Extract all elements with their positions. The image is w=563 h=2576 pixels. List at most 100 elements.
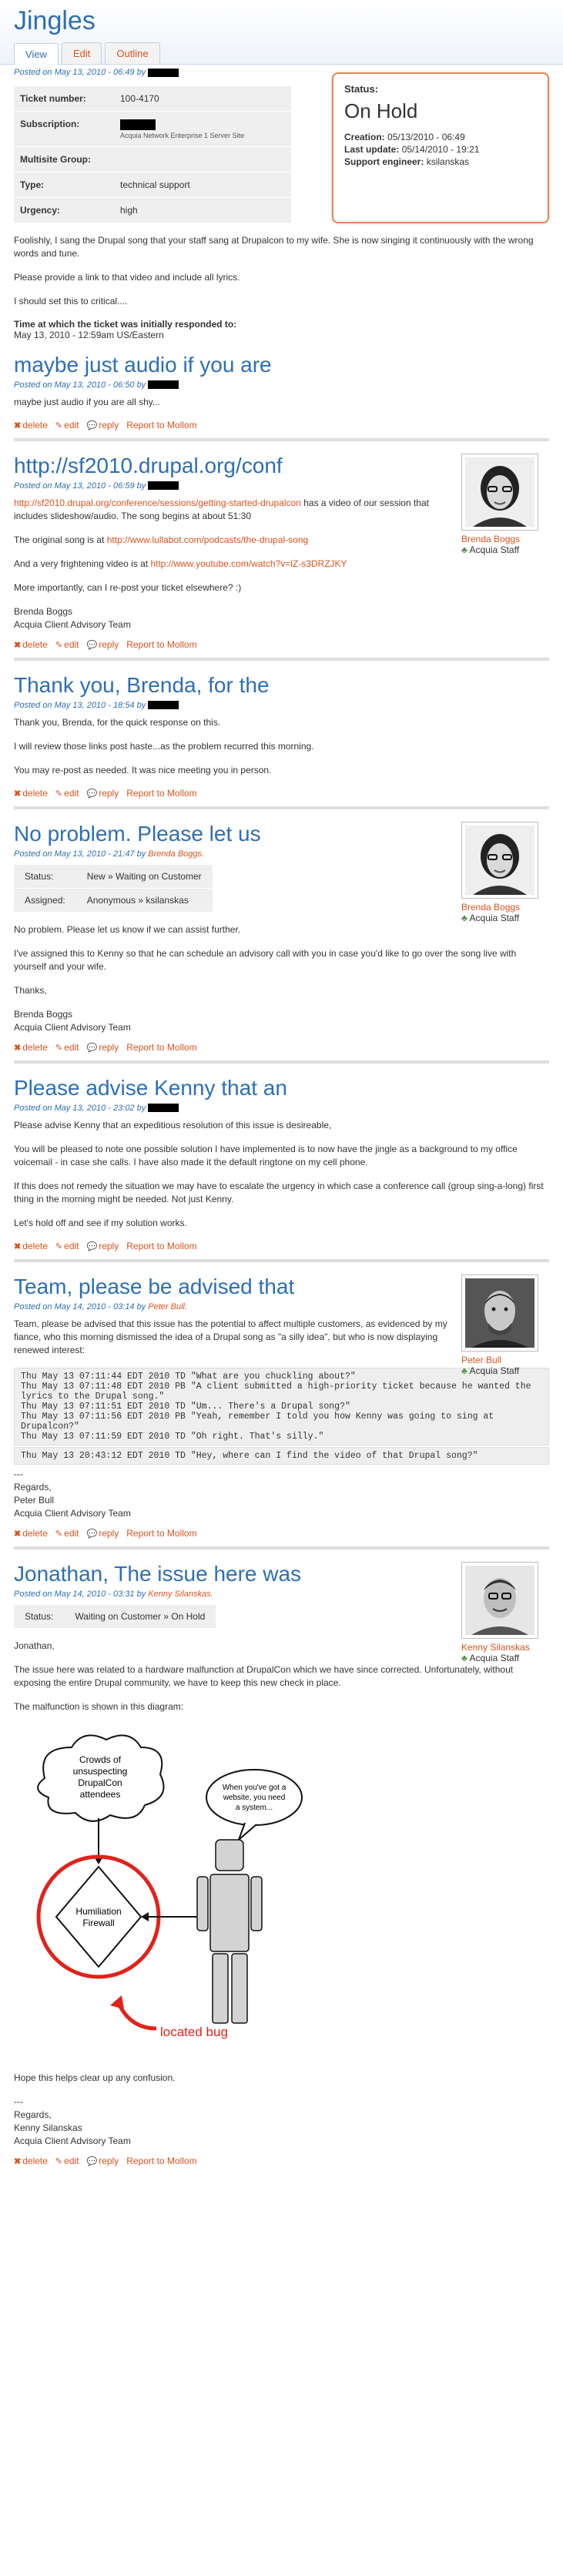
submitted-text: Posted on May 13, 2010 - 21:47 by (14, 849, 146, 859)
reply-link-label: reply (99, 1527, 119, 1539)
signature-team: Acquia Client Advisory Team (14, 618, 131, 630)
status-value: On Hold (344, 99, 418, 122)
reply-link[interactable]: 💬 reply (87, 1528, 119, 1539)
avatar[interactable] (461, 453, 538, 531)
report-mollom-link[interactable]: Report to Mollom (126, 1528, 196, 1539)
delete-link[interactable]: ✖ delete (14, 1241, 48, 1251)
youtube-link[interactable]: http://www.youtube.com/watch?v=lZ-s3DRZJ… (150, 558, 347, 569)
edit-link[interactable]: ✎ edit (55, 1241, 79, 1251)
comment-title[interactable]: Thank you, Brenda, for the (14, 673, 549, 698)
speech-bubble-icon: 💬 (86, 2156, 98, 2166)
reply-link[interactable]: 💬 reply (87, 639, 119, 650)
diamond-text: Humiliation (75, 1906, 121, 1917)
author-link[interactable]: Brenda Boggs (148, 849, 202, 859)
author-name[interactable]: Kenny Silanskas (461, 1642, 538, 1653)
edit-link[interactable]: ✎ edit (55, 788, 79, 799)
comment-paragraph: http://sf2010.drupal.org/conference/sess… (14, 497, 457, 523)
bubble-text: a system... (236, 1804, 273, 1812)
report-mollom-link[interactable]: Report to Mollom (126, 420, 196, 430)
comment-title[interactable]: Team, please be advised that (14, 1275, 457, 1299)
pencil-icon: ✎ (55, 1043, 63, 1053)
signature-team: Acquia Client Advisory Team (14, 1507, 131, 1519)
reply-link[interactable]: 💬 reply (87, 420, 119, 430)
signature-dashes: --- (14, 1468, 23, 1479)
edit-link[interactable]: ✎ edit (55, 2156, 79, 2166)
signature: --- Regards, Peter Bull Acquia Client Ad… (14, 1468, 549, 1520)
report-mollom-link[interactable]: Report to Mollom (126, 639, 196, 650)
delete-link[interactable]: ✖ delete (14, 2156, 48, 2166)
reply-link-label: reply (99, 419, 119, 430)
avatar[interactable] (461, 821, 538, 899)
tab-bar: View Edit Outline (14, 42, 549, 65)
assigned-label: Assigned: (14, 888, 76, 913)
author-link[interactable]: Kenny Silanskas (148, 1589, 210, 1599)
tab-edit[interactable]: Edit (61, 42, 102, 64)
tab-outline[interactable]: Outline (105, 42, 160, 64)
edit-link[interactable]: ✎ edit (55, 1042, 79, 1053)
submitted-text: Posted on May 13, 2010 - 06:49 by (14, 68, 146, 77)
report-mollom-link[interactable]: Report to Mollom (126, 788, 196, 799)
edit-link-label: edit (64, 419, 79, 430)
reply-link[interactable]: 💬 reply (87, 788, 119, 799)
edit-link[interactable]: ✎ edit (55, 1528, 79, 1539)
status-change-value: Waiting on Customer » On Hold (64, 1604, 216, 1629)
comment-paragraph: The issue here was related to a hardware… (14, 1663, 514, 1688)
comment-paragraph: I will review those links post haste...a… (14, 740, 314, 752)
cloud-text: unsuspecting (73, 1766, 128, 1777)
session-link[interactable]: http://sf2010.drupal.org/conference/sess… (14, 497, 301, 508)
author-name[interactable]: Brenda Boggs (461, 902, 538, 913)
comment-title[interactable]: No problem. Please let us (14, 822, 457, 846)
response-time: Time at which the ticket was initially r… (14, 319, 549, 340)
reply-link[interactable]: 💬 reply (87, 1241, 119, 1251)
comment-title[interactable]: Jonathan, The issue here was (14, 1562, 457, 1586)
comment-title[interactable]: maybe just audio if you are (14, 353, 549, 377)
delete-icon: ✖ (14, 2156, 22, 2166)
main-content: Posted on May 13, 2010 - 06:49 by Ticket… (0, 68, 563, 2166)
cloud-text: Crowds of (79, 1754, 122, 1765)
delete-link[interactable]: ✖ delete (14, 1042, 48, 1053)
report-mollom-link[interactable]: Report to Mollom (126, 1042, 196, 1053)
bubble-text: website, you need (223, 1794, 286, 1802)
author-link[interactable]: Peter Bull (148, 1302, 185, 1311)
edit-link-label: edit (64, 638, 79, 650)
delete-link-label: delete (22, 638, 48, 650)
report-mollom-link[interactable]: Report to Mollom (126, 2156, 196, 2166)
edit-link[interactable]: ✎ edit (55, 639, 79, 650)
reply-link[interactable]: 💬 reply (87, 2156, 119, 2166)
comment-paragraph: Team, please be advised that this issue … (14, 1318, 447, 1355)
reply-link[interactable]: 💬 reply (87, 1042, 119, 1053)
author-name[interactable]: Brenda Boggs (461, 534, 538, 544)
status-change-value: New » Waiting on Customer (75, 864, 213, 889)
type-label: Type: (14, 172, 114, 198)
comment-title[interactable]: Please advise Kenny that an (14, 1076, 549, 1100)
table-row: Urgency: high (14, 197, 291, 223)
avatar[interactable] (461, 1274, 538, 1352)
delete-link[interactable]: ✖ delete (14, 639, 48, 650)
lullabot-link[interactable]: http://www.lullabot.com/podcasts/the-dru… (107, 534, 308, 545)
comment: Thank you, Brenda, for the Posted on May… (14, 673, 549, 799)
speech-bubble-icon: 💬 (86, 640, 98, 650)
redacted-author (148, 68, 179, 77)
redacted-author (148, 380, 179, 390)
delete-link[interactable]: ✖ delete (14, 788, 48, 799)
comment-links: ✖ delete ✎ edit 💬 reply Report to Mollom (14, 1042, 549, 1053)
author-name[interactable]: Peter Bull (461, 1355, 538, 1365)
staff-icon: ♣ (461, 544, 467, 555)
creation-value: 05/13/2010 - 06:49 (387, 132, 465, 142)
delete-link-label: delete (22, 1527, 48, 1539)
comment-paragraph: The original song is at http://www.lulla… (14, 534, 457, 547)
comment: Kenny Silanskas ♣ Acquia Staff Jonathan,… (14, 1561, 549, 2166)
report-mollom-link[interactable]: Report to Mollom (126, 1241, 196, 1251)
redacted-author (148, 1104, 179, 1113)
comment-title[interactable]: http://sf2010.drupal.org/conf (14, 454, 457, 478)
delete-link-label: delete (22, 2155, 48, 2166)
delete-link[interactable]: ✖ delete (14, 1528, 48, 1539)
avatar[interactable] (461, 1561, 538, 1639)
tab-view[interactable]: View (14, 43, 59, 65)
comment-submitted: Posted on May 14, 2010 - 03:31 by Kenny … (14, 1589, 213, 1599)
delete-link[interactable]: ✖ delete (14, 420, 48, 430)
subscription-note: Acquia Network Enterprise 1 Server Site (120, 131, 245, 139)
redacted-author (148, 481, 179, 491)
edit-link[interactable]: ✎ edit (55, 420, 79, 430)
creation-label: Creation: (344, 132, 385, 142)
